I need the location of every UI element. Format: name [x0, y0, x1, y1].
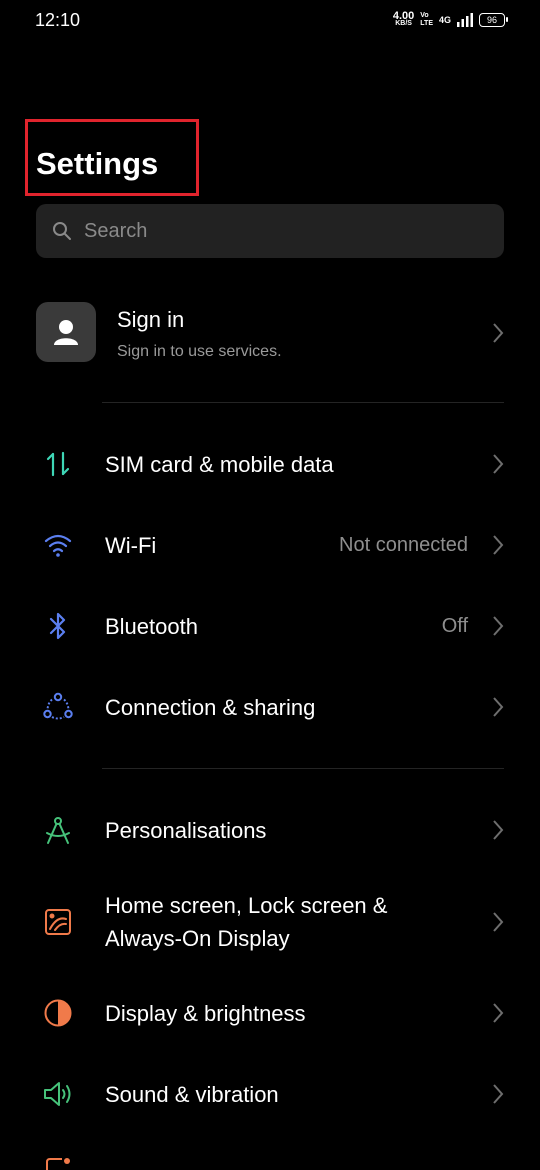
- settings-item-home-screen[interactable]: Home screen, Lock screen & Always-On Dis…: [0, 889, 540, 955]
- home-screen-icon: [42, 906, 74, 938]
- chevron-right-icon: [493, 912, 504, 932]
- search-input[interactable]: [82, 218, 486, 244]
- compass-icon: [42, 814, 74, 846]
- sim-data-icon: [42, 448, 74, 480]
- divider: [102, 768, 504, 769]
- notification-icon: [42, 1156, 74, 1170]
- settings-item-label: Wi-Fi: [105, 533, 157, 558]
- settings-item-label: Connection & sharing: [105, 695, 316, 720]
- settings-item-label: Display & brightness: [105, 1001, 306, 1026]
- net-speed: 4.00 KB/S: [392, 10, 415, 28]
- settings-item-bluetooth[interactable]: Bluetooth Off: [0, 610, 540, 643]
- sign-in-subtitle: Sign in to use services.: [117, 343, 282, 360]
- settings-item-personalisations[interactable]: Personalisations: [0, 814, 540, 847]
- bluetooth-status: Off: [441, 615, 468, 637]
- settings-item-label: SIM card & mobile data: [105, 452, 334, 477]
- network-type: 4G: [438, 15, 451, 25]
- bluetooth-icon: [42, 610, 74, 642]
- chevron-right-icon: [493, 697, 504, 717]
- speaker-icon: [42, 1078, 74, 1110]
- settings-item-display[interactable]: Display & brightness: [0, 997, 540, 1030]
- wifi-status: Not connected: [339, 534, 468, 556]
- chevron-right-icon: [493, 820, 504, 840]
- settings-item-label: Bluetooth: [105, 614, 198, 639]
- settings-item-partial[interactable]: [0, 1156, 540, 1170]
- net-speed-unit: KB/S: [395, 20, 412, 27]
- chevron-right-icon: [493, 535, 504, 555]
- settings-item-label-line2: Always-On Display: [105, 926, 290, 951]
- chevron-right-icon: [493, 616, 504, 636]
- settings-item-connection[interactable]: Connection & sharing: [0, 691, 540, 724]
- settings-item-label: Personalisations: [105, 818, 267, 843]
- battery-level: 96: [486, 15, 497, 25]
- settings-item-sim[interactable]: SIM card & mobile data: [0, 448, 540, 481]
- search-icon: [53, 222, 71, 240]
- sign-in-row[interactable]: Sign in Sign in to use services.: [0, 300, 540, 366]
- divider: [102, 402, 504, 403]
- search-bar[interactable]: [36, 204, 504, 258]
- volte-top: Vo: [420, 12, 429, 19]
- avatar: [36, 302, 96, 362]
- net-speed-value: 4.00: [392, 10, 415, 22]
- chevron-right-icon: [493, 1003, 504, 1023]
- user-icon: [54, 320, 78, 345]
- settings-item-label: Sound & vibration: [105, 1082, 279, 1107]
- sign-in-title: Sign in: [117, 307, 185, 332]
- settings-item-sound[interactable]: Sound & vibration: [0, 1078, 540, 1111]
- status-bar: 12:10 4.00 KB/S Vo LTE 4G 96: [0, 0, 540, 44]
- wifi-icon: [42, 529, 74, 561]
- volte-icon: Vo LTE: [420, 12, 433, 28]
- chevron-right-icon: [493, 454, 504, 474]
- battery-icon: 96: [479, 13, 508, 27]
- settings-item-wifi[interactable]: Wi-Fi Not connected: [0, 529, 540, 562]
- settings-item-label-line1: Home screen, Lock screen &: [105, 893, 388, 918]
- connection-icon: [42, 691, 74, 723]
- status-icons: 4.00 KB/S Vo LTE 4G 96: [392, 9, 508, 31]
- signal-icon: [457, 13, 473, 27]
- status-time: 12:10: [35, 10, 81, 30]
- brightness-icon: [42, 997, 74, 1029]
- chevron-right-icon: [493, 323, 504, 343]
- highlight-box: [25, 119, 199, 196]
- chevron-right-icon: [493, 1084, 504, 1104]
- volte-bottom: LTE: [420, 20, 433, 27]
